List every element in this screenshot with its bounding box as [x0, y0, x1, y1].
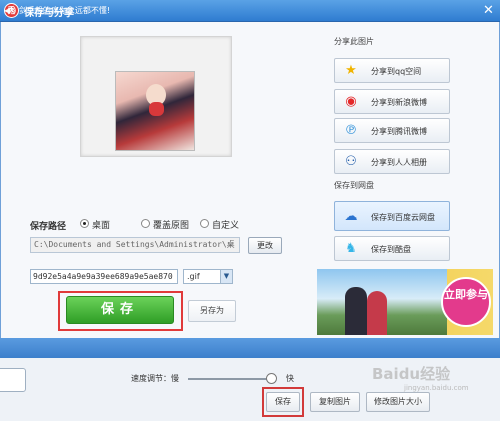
baidu-cloud-icon: ☁ [344, 209, 358, 224]
save-kupan-label: 保存到酷盘 [371, 245, 411, 254]
copy-image-button[interactable]: 复制图片 [310, 392, 360, 412]
share-sina-weibo-button[interactable]: ◉ 分享到新浪微博 [334, 89, 450, 114]
share-sina-weibo-label: 分享到新浪微博 [371, 98, 427, 107]
save-kupan-button[interactable]: ♞ 保存到酷盘 [334, 236, 450, 261]
speed-slider-handle[interactable] [266, 373, 277, 384]
preview-photo [115, 71, 195, 151]
save-baidu-cloud-label: 保存到百度云网盘 [371, 213, 435, 222]
share-tencent-weibo-button[interactable]: ℗ 分享到腾讯微博 [334, 118, 450, 143]
save-baidu-cloud-button[interactable]: ☁ 保存到百度云网盘 [334, 201, 450, 231]
share-tencent-weibo-label: 分享到腾讯微博 [371, 127, 427, 136]
save-button[interactable]: 保存 [66, 296, 174, 324]
file-format-select[interactable]: .gif ▼ [183, 269, 233, 284]
share-renren-label: 分享到人人相册 [371, 158, 427, 167]
share-qzone-label: 分享到qq空间 [371, 67, 422, 76]
weibo-icon: ◉ [345, 94, 357, 109]
change-path-button[interactable]: 更改 [248, 237, 282, 254]
radio-desktop[interactable] [80, 219, 89, 228]
bottom-save-button[interactable]: 保存 [266, 392, 300, 412]
join-now-badge[interactable]: 立即参与 [441, 277, 491, 327]
close-button[interactable]: ✕ [481, 3, 496, 18]
baidu-watermark: Baidu经验 [372, 365, 451, 383]
radio-custom[interactable] [200, 219, 209, 228]
status-text: ◀)) 剑手般的痛你永远都不懂! [4, 6, 111, 15]
speed-fast-label: 快 [286, 374, 294, 383]
left-panel-tab[interactable] [0, 368, 26, 392]
star-icon: ★ [345, 63, 357, 78]
promo-banner[interactable]: 立即参与 [317, 269, 493, 335]
file-format-value: .gif [187, 272, 200, 281]
speed-slider-track[interactable] [188, 378, 274, 380]
tencent-weibo-icon: ℗ [344, 123, 358, 138]
save-as-button[interactable]: 另存为 [188, 300, 236, 322]
save-path-label: 保存路径 [30, 222, 67, 232]
speed-label: 速度调节：慢 [131, 374, 179, 383]
kupan-icon: ♞ [345, 241, 357, 256]
cloud-section-title: 保存到网盘 [334, 181, 374, 190]
share-renren-button[interactable]: ⚇ 分享到人人相册 [334, 149, 450, 174]
chevron-down-icon[interactable]: ▼ [220, 270, 232, 283]
file-name-input[interactable]: 9d92e5a4a9e9a39ee689a9e5ae870 [30, 269, 178, 284]
radio-overwrite[interactable] [141, 219, 150, 228]
status-bar [0, 338, 500, 358]
baidu-watermark-url: jingyan.baidu.com [404, 384, 469, 392]
share-qzone-button[interactable]: ★ 分享到qq空间 [334, 58, 450, 83]
radio-desktop-label[interactable]: 桌面 [92, 218, 110, 231]
radio-custom-label[interactable]: 自定义 [212, 218, 239, 231]
save-path-field[interactable]: C:\Documents and Settings\Administrator\… [30, 237, 240, 253]
resize-image-button[interactable]: 修改图片大小 [366, 392, 430, 412]
share-section-title: 分享此图片 [334, 37, 374, 46]
radio-overwrite-label[interactable]: 覆盖原图 [153, 218, 189, 231]
renren-icon: ⚇ [345, 154, 357, 169]
